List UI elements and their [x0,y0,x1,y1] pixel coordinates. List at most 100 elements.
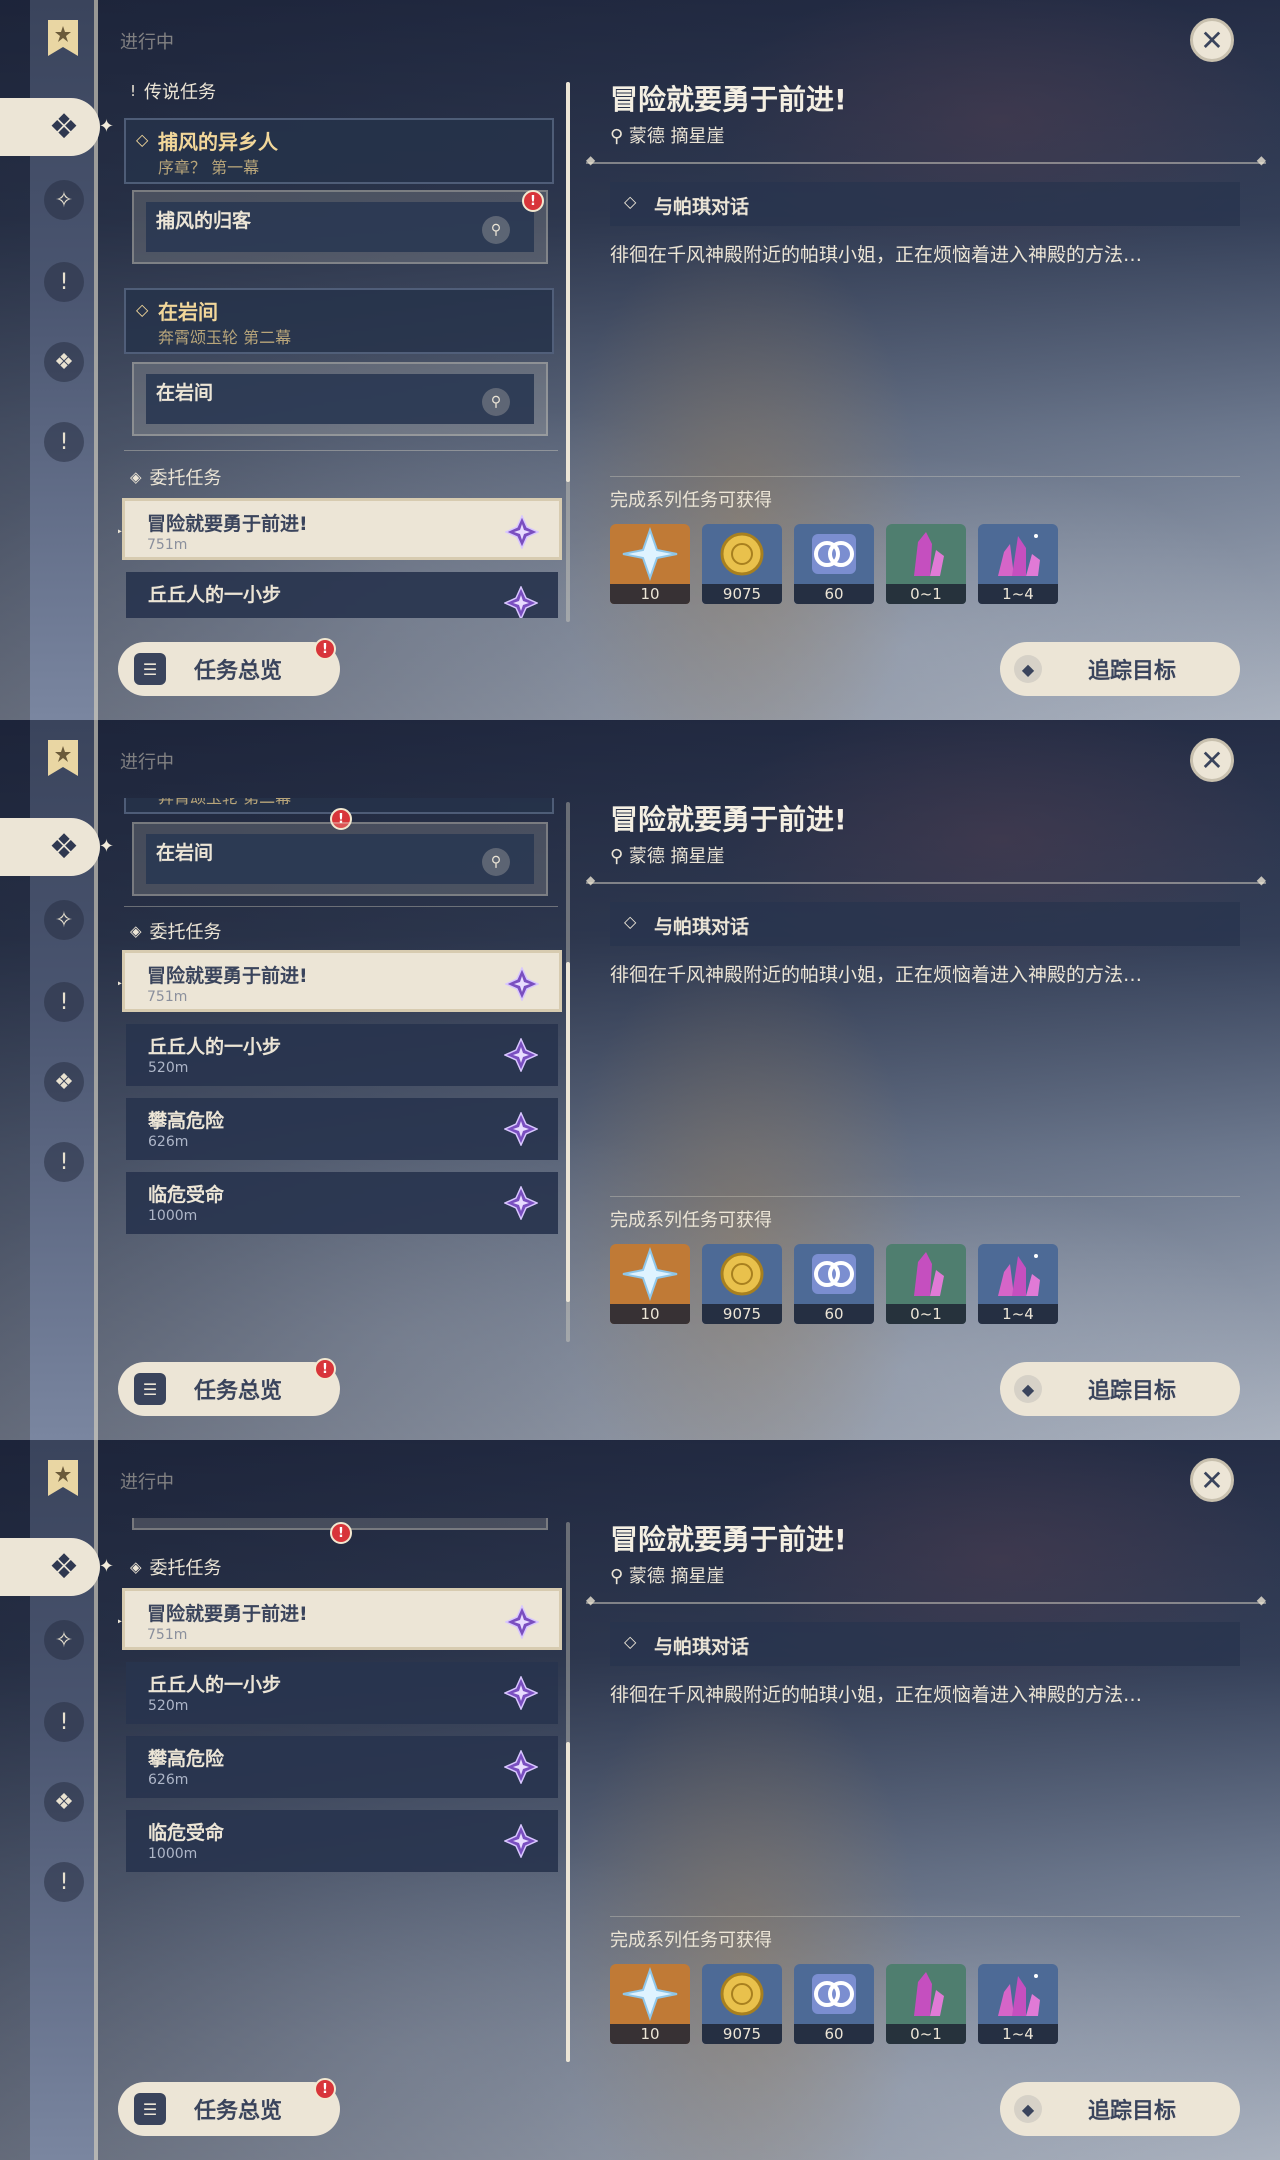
commission-header: ◈ 委托任务 [130,464,222,490]
reward-item[interactable]: 0~1 [886,1244,966,1324]
reward-count: 10 [610,584,690,604]
sidebar-rail [94,1440,98,2160]
all-quests-icon: ❖ [48,107,80,147]
commission-item-selected[interactable]: ▶ 冒险就要勇于前进! 751m [118,950,562,1012]
commission-item-selected[interactable]: ▶ 冒险就要勇于前进! 751m [118,498,562,560]
reward-item[interactable]: 60 [794,1244,874,1324]
quest-overview-button[interactable]: ☰ 任务总览 ! [118,1358,340,1416]
quest-step-2[interactable]: 在岩间 ⚲ [132,362,548,436]
reward-item[interactable]: 10 [610,524,690,604]
story-quest-icon[interactable]: ! [44,982,84,1022]
reward-item[interactable]: 10 [610,1244,690,1324]
quest-header-1[interactable]: ◇ 捕风的异乡人 序章？ 第一幕 [124,118,554,184]
track-objective-button[interactable]: ◆ 追踪目标 [1000,1362,1240,1416]
location-pin-icon[interactable]: ⚲ [482,216,510,244]
event-quest-icon[interactable]: ! [44,1142,84,1182]
sidebar-tab-all-quests[interactable]: ❖ ✦ [0,1538,114,1596]
commission-title: 临危受命 [148,1822,225,1844]
quest-step-2[interactable]: 在岩间 ⚲ [132,822,548,896]
reward-item[interactable]: 10 [610,1964,690,2044]
reward-item[interactable]: 9075 [702,524,782,604]
overview-icon: ☰ [134,2093,166,2125]
world-quest-icon[interactable]: ❖ [44,342,84,382]
reward-item[interactable]: 0~1 [886,524,966,604]
commission-item[interactable]: 丘丘人的一小步 [126,572,558,618]
track-label: 追踪目标 [1088,659,1177,684]
commission-item[interactable]: 攀高危险 626m [126,1736,558,1798]
sidebar-tab-all-quests[interactable]: ❖ ✦ [0,98,114,156]
commission-header: ◈ 委托任务 [130,918,222,944]
track-objective-button[interactable]: ◆ 追踪目标 [1000,2082,1240,2136]
world-quest-icon[interactable]: ❖ [44,1062,84,1102]
commission-gem-icon [504,1676,538,1710]
location-pin-icon[interactable]: ⚲ [482,388,510,416]
commission-gem-icon [505,967,539,1001]
primogem-icon [622,526,678,582]
detail-location-text: 蒙德 摘星崖 [628,1566,725,1587]
quest-detail: 冒险就要勇于前进! ⚲ 蒙德 摘星崖 ◇ 与帕琪对话 徘徊在千风神殿附近的帕琪小… [586,0,1266,720]
quest-list[interactable]: 奔霄颂玉轮 第二幕 ! 在岩间 ⚲ ◈ 委托任务 ▶ 冒险就要勇于前进! 751… [118,798,566,1338]
divider [124,906,558,907]
alert-badge: ! [522,190,544,212]
quest-list-scrollbar[interactable] [566,1522,570,2062]
archon-quest-icon[interactable]: ✧ [44,900,84,940]
commission-item[interactable]: 临危受命 1000m [126,1172,558,1234]
event-quest-icon[interactable]: ! [44,422,84,462]
reward-item[interactable]: 1~4 [978,1964,1058,2044]
commission-item[interactable]: 丘丘人的一小步 520m [126,1024,558,1086]
sidebar-tab-all-quests[interactable]: ❖ ✦ [0,818,114,876]
quest-list-scrollbar[interactable] [566,82,570,622]
scrollbar-thumb[interactable] [566,82,570,482]
quest-list[interactable]: ! ◈ 委托任务 ▶ 冒险就要勇于前进! 751m 丘丘人的一小步 520m 攀… [118,1518,566,2058]
scrollbar-thumb[interactable] [566,1742,570,2062]
track-objective-button[interactable]: ◆ 追踪目标 [1000,642,1240,696]
screen-panel-2: ✧ ! ❖ ! ❖ ✦ 进行中 ✕ 奔霄颂玉轮 第二幕 ! 在岩间 ⚲ ◈ 委托… [0,720,1280,1440]
world-quest-icon[interactable]: ❖ [44,1782,84,1822]
commission-item-selected[interactable]: ▶ 冒险就要勇于前进! 751m [118,1588,562,1650]
detail-title: 冒险就要勇于前进! [610,83,847,116]
archon-quest-icon[interactable]: ✧ [44,1620,84,1660]
commission-item[interactable]: 临危受命 1000m [126,1810,558,1872]
commission-item[interactable]: 攀高危险 626m [126,1098,558,1160]
reward-item[interactable]: 1~4 [978,524,1058,604]
bookmark-icon[interactable] [46,1458,80,1498]
selected-arrow-icon: ▶ [118,975,122,991]
commission-title: 冒险就要勇于前进! [147,1603,308,1625]
commission-item[interactable]: 丘丘人的一小步 520m [126,1662,558,1724]
reward-item[interactable]: 1~4 [978,1244,1058,1324]
quest-list[interactable]: ! 传说任务 ◇ 捕风的异乡人 序章？ 第一幕 捕风的归客 ⚲ ! ◇ 在岩间 … [118,78,566,618]
event-quest-icon[interactable]: ! [44,1862,84,1902]
reward-item[interactable]: 9075 [702,1964,782,2044]
commission-label: 委托任务 [149,922,222,943]
mora-icon [720,532,764,576]
close-button[interactable]: ✕ [1190,18,1234,62]
close-button[interactable]: ✕ [1190,1458,1234,1502]
all-quests-icon: ❖ [48,1547,80,1587]
reward-item[interactable]: 60 [794,1964,874,2044]
reward-item[interactable]: 9075 [702,1244,782,1324]
quest-overview-button[interactable]: ☰ 任务总览 ! [118,638,340,696]
story-quest-icon[interactable]: ! [44,262,84,302]
commission-title: 冒险就要勇于前进! [147,965,308,987]
sparkle-icon: ✦ [98,116,114,137]
archon-quest-icon[interactable]: ✧ [44,180,84,220]
location-pin-icon: ⚲ [610,846,629,867]
commission-gem-icon [504,1038,538,1072]
bookmark-icon[interactable] [46,18,80,58]
bookmark-icon[interactable] [46,738,80,778]
reward-item[interactable]: 60 [794,524,874,604]
quest-step-1[interactable]: 捕风的归客 ⚲ ! [132,190,548,264]
quest-header-2[interactable]: ◇ 在岩间 奔霄颂玉轮 第二幕 [124,288,554,354]
reward-item[interactable]: 0~1 [886,1964,966,2044]
quest-diamond-icon: ◇ [136,130,149,149]
sparkle-icon: ✦ [98,1556,114,1577]
quest-list-scrollbar[interactable] [566,802,570,1342]
objective-bar: ◇ 与帕琪对话 [610,902,1240,946]
location-pin-icon[interactable]: ⚲ [482,848,510,876]
quest-overview-button[interactable]: ☰ 任务总览 ! [118,2078,340,2136]
detail-title: 冒险就要勇于前进! [610,803,847,836]
story-quest-icon[interactable]: ! [44,1702,84,1742]
crystal-chunk-icon [914,1972,944,2016]
close-button[interactable]: ✕ [1190,738,1234,782]
scrollbar-thumb[interactable] [566,962,570,1302]
